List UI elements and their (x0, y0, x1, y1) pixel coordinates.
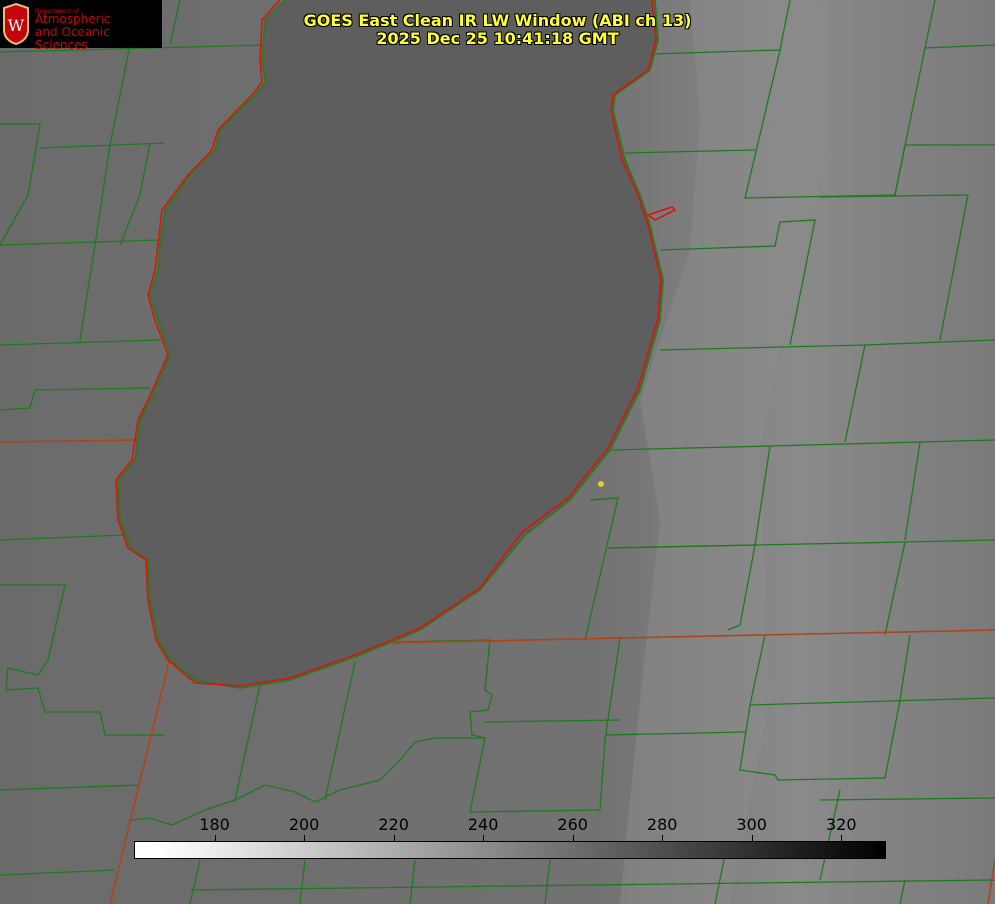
map-title: GOES East Clean IR LW Window (ABI ch 13) (303, 11, 692, 30)
map-timestamp: 2025 Dec 25 10:41:18 GMT (376, 29, 619, 48)
colorbar-tick-label: 300 (736, 815, 767, 834)
colorbar-tick-label: 220 (378, 815, 409, 834)
colorbar-tick-label: 280 (646, 815, 678, 834)
satellite-map (0, 0, 995, 904)
colorbar-tick-label: 260 (557, 815, 588, 834)
colorbar-tick-label: 240 (467, 815, 499, 834)
location-marker (598, 481, 604, 487)
colorbar-tick-label: 180 (199, 815, 230, 834)
colorbar (134, 841, 886, 859)
colorbar-tick-label: 200 (288, 815, 320, 834)
colorbar-tick-label: 320 (825, 815, 857, 834)
